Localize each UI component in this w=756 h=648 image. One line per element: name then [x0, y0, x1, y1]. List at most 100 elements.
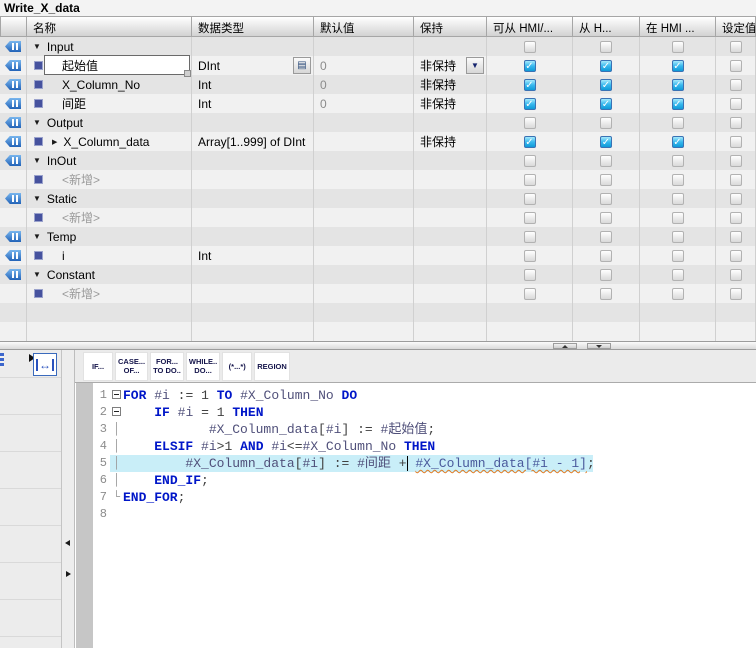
hmi-accessible-checkbox[interactable] — [524, 250, 536, 262]
name-cell[interactable]: <新增> — [27, 284, 192, 303]
hmi-visible-checkbox — [672, 117, 684, 129]
horizontal-splitter[interactable] — [0, 341, 756, 350]
code-line-8[interactable]: 8 — [93, 506, 756, 523]
retain-dropdown-button[interactable]: ▼ — [466, 57, 484, 74]
name-cell[interactable]: <新增> — [27, 208, 192, 227]
setpoint-checkbox[interactable] — [730, 136, 742, 148]
expand-array-icon[interactable]: ▶ — [52, 138, 57, 146]
code-line-7[interactable]: 7└END_FOR; — [93, 489, 756, 506]
hmi-visible-checkbox[interactable]: ✓ — [672, 98, 684, 110]
snippet-comment-button[interactable]: (*...*) — [222, 352, 252, 381]
section-row-output[interactable]: ▼Output — [0, 113, 756, 132]
snippet-for-to-do-button[interactable]: FOR... TO DO.. — [150, 352, 184, 381]
hmi-writable-checkbox[interactable] — [600, 250, 612, 262]
splitter-collapse-up-button[interactable] — [553, 343, 577, 349]
vertical-splitter[interactable] — [62, 350, 75, 648]
hmi-accessible-checkbox[interactable]: ✓ — [524, 98, 536, 110]
snippet-region-button[interactable]: REGION — [254, 352, 290, 381]
section-collapse-icon[interactable]: ▼ — [33, 270, 41, 279]
retain-cell[interactable]: 非保持▼ — [414, 56, 487, 75]
retain-cell[interactable]: 非保持 — [414, 132, 487, 151]
section-row-constant[interactable]: ▼Constant — [0, 265, 756, 284]
code-line-3[interactable]: 3│ #X_Column_data[#i] := #起始值; — [93, 421, 756, 438]
name-cell[interactable]: ▼InOut — [27, 151, 192, 170]
hmi-accessible-checkbox[interactable]: ✓ — [524, 79, 536, 91]
section-row-temp[interactable]: ▼Temp — [0, 227, 756, 246]
code-line-4[interactable]: 4│ ELSIF #i>1 AND #i<=#X_Column_No THEN — [93, 438, 756, 455]
code-line-2[interactable]: 2 IF #i = 1 THEN — [93, 404, 756, 421]
name-cell[interactable]: <新增> — [27, 170, 192, 189]
section-collapse-icon[interactable]: ▼ — [33, 42, 41, 51]
collapse-right-arrow-icon[interactable] — [66, 571, 71, 577]
collapse-region-icon[interactable] — [112, 407, 121, 416]
hmi-visible-checkbox[interactable]: ✓ — [672, 136, 684, 148]
hmi-visible-checkbox[interactable]: ✓ — [672, 60, 684, 72]
data-type-cell[interactable]: Int — [192, 246, 314, 265]
name-cell[interactable]: ▼Constant — [27, 265, 192, 284]
snippet-if-button[interactable]: IF... — [83, 352, 113, 381]
section-collapse-icon[interactable]: ▼ — [33, 156, 41, 165]
hmi-writable-checkbox[interactable]: ✓ — [600, 60, 612, 72]
name-cell[interactable]: ▼Output — [27, 113, 192, 132]
add-new-row[interactable]: <新增> — [0, 170, 756, 189]
snippet-while-do-button[interactable]: WHILE.. DO... — [186, 352, 220, 381]
retain-cell[interactable]: 非保持 — [414, 75, 487, 94]
setpoint-checkbox[interactable] — [730, 60, 742, 72]
add-new-row[interactable]: <新增> — [0, 284, 756, 303]
variable-row-X_Column_data[interactable]: ▶X_Column_dataArray[1..999] of DInt 非保持 ✓ ✓… — [0, 132, 756, 151]
name-cell[interactable]: 间距 — [27, 94, 192, 113]
hmi-accessible-checkbox[interactable]: ✓ — [524, 136, 536, 148]
data-type-cell[interactable]: Int — [192, 94, 314, 113]
hmi-accessible-checkbox[interactable]: ✓ — [524, 60, 536, 72]
hmi-writable-checkbox[interactable]: ✓ — [600, 136, 612, 148]
code-line-5[interactable]: 5│ #X_Column_data[#i] := #间距 + #X_Column… — [93, 455, 756, 472]
code-area[interactable]: 1FOR #i := 1 TO #X_Column_No DO2 IF #i =… — [75, 383, 756, 648]
name-cell[interactable]: 起始值 — [27, 56, 192, 75]
editor-resize-handle[interactable] — [184, 70, 191, 77]
collapse-region-icon[interactable] — [112, 390, 121, 399]
splitter-collapse-down-button[interactable] — [587, 343, 611, 349]
setpoint-checkbox[interactable] — [730, 98, 742, 110]
split-editor-button[interactable]: ↔ — [33, 353, 57, 376]
section-row-static[interactable]: ▼Static — [0, 189, 756, 208]
retain-cell[interactable]: 非保持 — [414, 94, 487, 113]
hmi-writable-checkbox[interactable]: ✓ — [600, 98, 612, 110]
variable-row-i[interactable]: iInt — [0, 246, 756, 265]
type-browse-button[interactable]: ▤ — [293, 57, 311, 74]
name-cell[interactable]: ▶X_Column_data — [27, 132, 192, 151]
name-cell[interactable]: X_Column_No — [27, 75, 192, 94]
snippet-case-of-button[interactable]: CASE... OF... — [115, 352, 148, 381]
hmi-visible-checkbox[interactable] — [672, 250, 684, 262]
default-value-cell[interactable]: 0 — [314, 56, 414, 75]
variable-name-editor[interactable]: 起始值 — [44, 55, 190, 75]
variable-row-X_Column_No[interactable]: X_Column_NoInt0非保持 ✓ ✓ ✓ — [0, 75, 756, 94]
section-row-input[interactable]: ▼Input — [0, 37, 756, 56]
setpoint-checkbox[interactable] — [730, 250, 742, 262]
collapse-left-arrow-icon[interactable] — [65, 540, 70, 546]
retain-cell[interactable] — [414, 246, 487, 265]
add-new-row[interactable]: <新增> — [0, 208, 756, 227]
name-cell[interactable]: ▼Static — [27, 189, 192, 208]
section-row-inout[interactable]: ▼InOut — [0, 151, 756, 170]
setpoint-checkbox[interactable] — [730, 79, 742, 91]
default-value-cell[interactable]: 0 — [314, 94, 414, 113]
setpoint-cell — [716, 284, 756, 303]
hmi-visible-checkbox[interactable]: ✓ — [672, 79, 684, 91]
variable-row-起始值[interactable]: 起始值DInt▤0非保持▼ ✓ ✓ ✓ — [0, 56, 756, 75]
code-line-6[interactable]: 6│ END_IF; — [93, 472, 756, 489]
variable-row-间距[interactable]: 间距Int0非保持 ✓ ✓ ✓ — [0, 94, 756, 113]
name-cell[interactable]: ▼Input — [27, 37, 192, 56]
section-collapse-icon[interactable]: ▼ — [33, 232, 41, 241]
hmi-writable-checkbox[interactable]: ✓ — [600, 79, 612, 91]
name-cell[interactable]: ▼Temp — [27, 227, 192, 246]
default-value-cell[interactable] — [314, 246, 414, 265]
data-type-cell[interactable]: Array[1..999] of DInt — [192, 132, 314, 151]
code-line-1[interactable]: 1FOR #i := 1 TO #X_Column_No DO — [93, 387, 756, 404]
default-value-cell[interactable] — [314, 132, 414, 151]
data-type-cell[interactable]: Int — [192, 75, 314, 94]
name-cell[interactable]: i — [27, 246, 192, 265]
section-collapse-icon[interactable]: ▼ — [33, 118, 41, 127]
section-collapse-icon[interactable]: ▼ — [33, 194, 41, 203]
default-value-cell[interactable]: 0 — [314, 75, 414, 94]
data-type-cell[interactable]: DInt▤ — [192, 56, 314, 75]
